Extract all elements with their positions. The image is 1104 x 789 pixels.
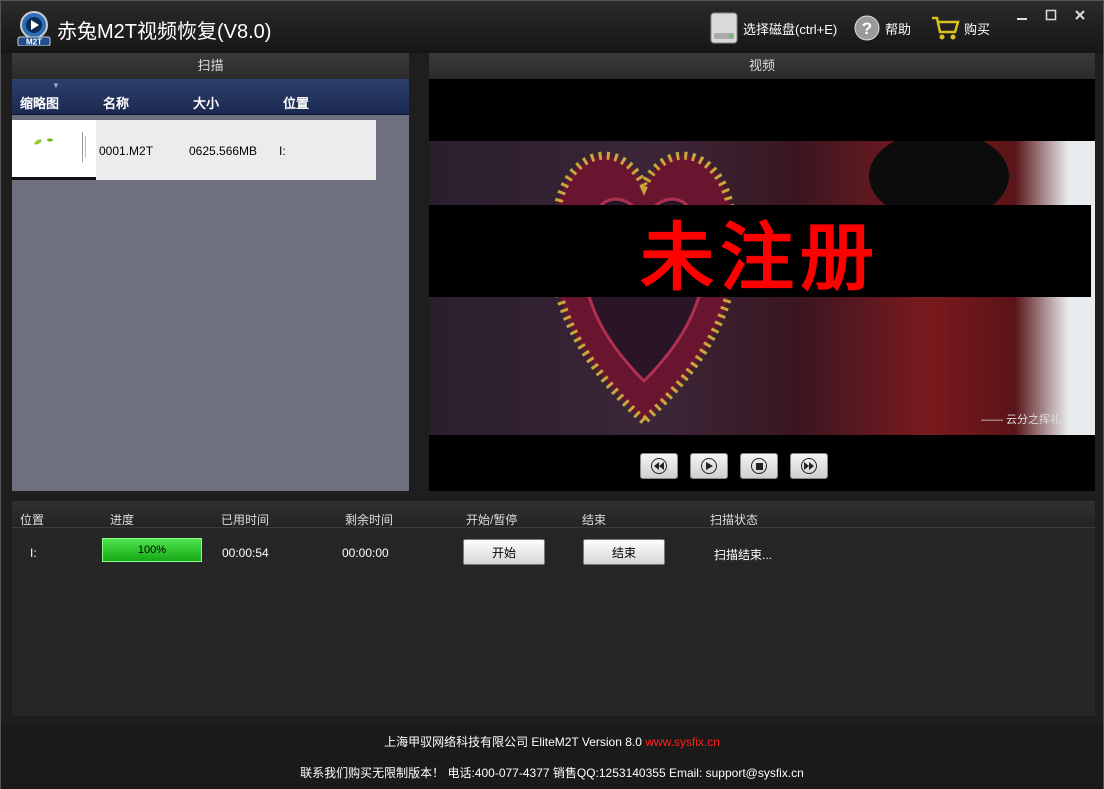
company-info: 上海甲驭网络科技有限公司 EliteM2T Version 8.0 xyxy=(384,735,642,749)
scan-panel-title: 扫描 xyxy=(12,53,409,79)
play-button[interactable] xyxy=(690,453,728,479)
maximize-button[interactable] xyxy=(1038,5,1064,25)
task-header: 位置 进度 已用时间 剩余时间 开始/暂停 结束 扫描状态 xyxy=(12,501,1095,528)
file-location: I: xyxy=(279,144,286,158)
video-panel-title: 视频 xyxy=(429,53,1095,79)
unregistered-text: 未注册 xyxy=(640,214,880,301)
video-frame: 未注册 —— 云分之挥礼 xyxy=(429,141,1095,435)
close-icon xyxy=(1075,10,1085,20)
website-link[interactable]: www.sysfix.cn xyxy=(645,735,720,749)
rewind-icon xyxy=(651,458,667,474)
stop-icon xyxy=(751,458,767,474)
task-column-end: 结束 xyxy=(582,513,607,527)
minimize-icon xyxy=(1017,18,1027,20)
column-thumbnail[interactable]: 缩略图 xyxy=(20,93,59,112)
video-caption: —— 云分之挥礼 xyxy=(981,414,1062,426)
play-icon xyxy=(701,458,717,474)
remaining-time: 00:00:00 xyxy=(342,546,389,560)
thumbnail-image xyxy=(34,132,86,162)
video-thumbnail xyxy=(12,120,96,180)
end-button[interactable]: 结束 xyxy=(583,539,665,565)
task-panel: 位置 进度 已用时间 剩余时间 开始/暂停 结束 扫描状态 I: 100% 00… xyxy=(12,501,1095,716)
maximize-icon xyxy=(1045,9,1057,21)
cart-icon xyxy=(932,16,960,40)
task-column-remaining: 剩余时间 xyxy=(345,513,394,527)
footer-company-line: 上海甲驭网络科技有限公司 EliteM2T Version 8.0 www.sy… xyxy=(1,733,1103,750)
title-bar: M2T 赤兔M2T视频恢复(V8.0) 选择磁盘(ctrl+E) ? 帮助 购买 xyxy=(1,1,1103,53)
file-list-row[interactable]: 0001.M2T 0625.566MB I: xyxy=(12,120,376,180)
file-name: 0001.M2T xyxy=(99,144,154,158)
footer-contact-line: 联系我们购买无限制版本！ 电话:400-077-4377 销售QQ:125314… xyxy=(300,766,804,780)
buy-label: 购买 xyxy=(964,21,991,37)
unregistered-watermark: 未注册 xyxy=(429,205,1091,301)
minimize-button[interactable] xyxy=(1009,5,1035,25)
close-button[interactable] xyxy=(1067,5,1093,25)
logo-text: M2T xyxy=(26,38,42,47)
help-button[interactable]: ? 帮助 xyxy=(853,11,911,45)
progress-bar: 100% xyxy=(102,538,202,562)
app-window: M2T 赤兔M2T视频恢复(V8.0) 选择磁盘(ctrl+E) ? 帮助 购买… xyxy=(0,0,1104,789)
app-title: 赤兔M2T视频恢复(V8.0) xyxy=(57,21,272,43)
task-column-location: 位置 xyxy=(20,513,45,527)
help-icon: ? xyxy=(854,15,880,41)
column-size[interactable]: 大小 xyxy=(193,93,219,112)
column-name[interactable]: 名称 xyxy=(103,93,129,112)
footer: 上海甲驭网络科技有限公司 EliteM2T Version 8.0 www.sy… xyxy=(1,723,1103,789)
fast-forward-button[interactable] xyxy=(790,453,828,479)
scan-status: 扫描结束... xyxy=(714,548,773,562)
select-disk-label: 选择磁盘(ctrl+E) xyxy=(743,21,838,37)
task-location: I: xyxy=(30,546,37,560)
task-column-status: 扫描状态 xyxy=(710,513,759,527)
elapsed-time: 00:00:54 xyxy=(222,546,269,560)
fast-forward-icon xyxy=(801,458,817,474)
svg-text:?: ? xyxy=(862,19,872,38)
file-size: 0625.566MB xyxy=(189,144,258,158)
select-disk-button[interactable]: 选择磁盘(ctrl+E) xyxy=(709,11,837,45)
rewind-button[interactable] xyxy=(640,453,678,479)
column-location[interactable]: 位置 xyxy=(283,93,309,112)
stop-button[interactable] xyxy=(740,453,778,479)
scan-panel: ▼ 缩略图 名称 大小 位置 0001.M2T 0625.566MB I: xyxy=(12,79,409,491)
disk-icon xyxy=(710,12,738,44)
app-logo-icon: M2T xyxy=(17,11,51,47)
video-panel: 未注册 —— 云分之挥礼 xyxy=(429,79,1095,491)
start-button[interactable]: 开始 xyxy=(463,539,545,565)
buy-button[interactable]: 购买 xyxy=(930,11,990,45)
sort-arrow-icon[interactable]: ▼ xyxy=(52,81,60,90)
task-column-progress: 进度 xyxy=(110,513,135,527)
task-column-elapsed: 已用时间 xyxy=(221,513,270,527)
file-list-header: ▼ 缩略图 名称 大小 位置 xyxy=(12,79,409,115)
task-column-start-pause: 开始/暂停 xyxy=(466,513,518,527)
help-label: 帮助 xyxy=(885,21,912,37)
